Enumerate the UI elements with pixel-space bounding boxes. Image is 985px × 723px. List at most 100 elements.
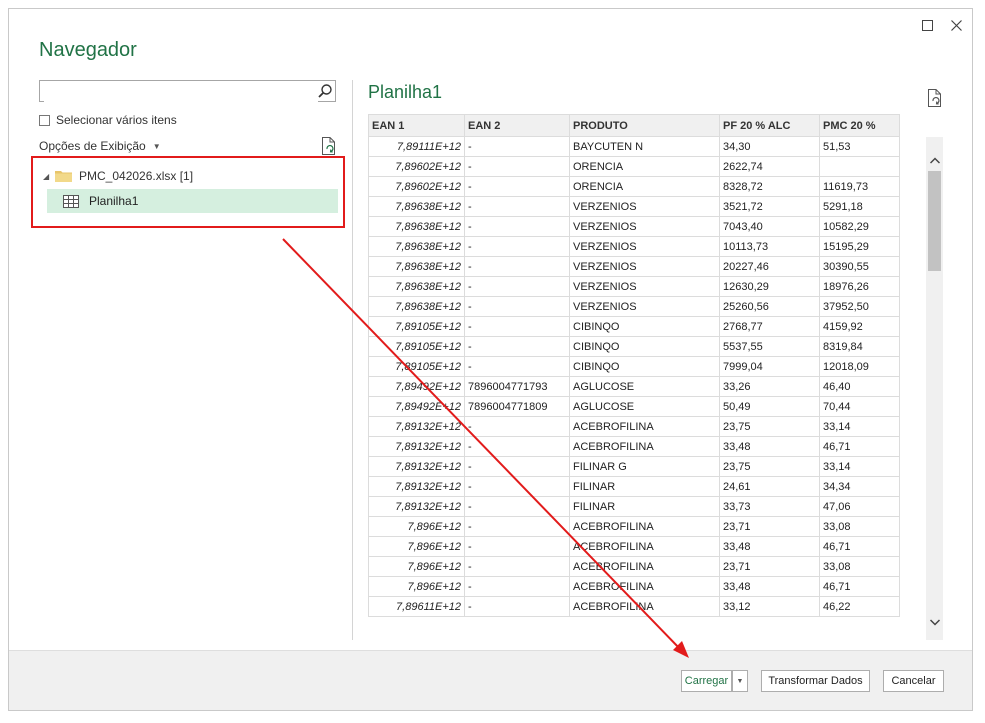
table-row: 7,89611E+12- ACEBROFILINA 33,12 46,22 — [368, 596, 900, 617]
tree-item-sheet[interactable]: Planilha1 — [47, 189, 338, 213]
search-input[interactable] — [39, 80, 336, 102]
table-cell: 2768,77 — [719, 316, 820, 337]
table-cell: 12630,29 — [719, 276, 820, 297]
scrollbar-thumb[interactable] — [928, 171, 941, 271]
search-field[interactable] — [44, 82, 318, 102]
preview-scrollbar[interactable] — [926, 137, 943, 640]
load-options-button[interactable]: ▼ — [732, 670, 748, 692]
preview-title: Planilha1 — [368, 82, 443, 102]
table-cell: 7,89602E+12 — [368, 176, 465, 197]
table-cell: 33,12 — [719, 596, 820, 617]
table-cell: 20227,46 — [719, 256, 820, 277]
table-row: 7,89111E+12- BAYCUTEN N 34,30 51,53 — [368, 136, 900, 157]
table-cell: AGLUCOSE — [569, 376, 720, 397]
table-cell: - — [464, 356, 570, 377]
navigator-dialog: Navegador Selecionar vários itens Opções… — [8, 8, 973, 711]
tree-item-file[interactable]: ◢ PMC_042026.xlsx [1] — [43, 165, 193, 187]
table-cell: - — [464, 596, 570, 617]
table-cell: 33,48 — [719, 436, 820, 457]
table-cell: 33,14 — [819, 416, 900, 437]
table-cell: 2622,74 — [719, 156, 820, 177]
load-button[interactable]: Carregar — [681, 670, 732, 692]
table-cell: VERZENIOS — [569, 296, 720, 317]
select-multiple-checkbox[interactable] — [39, 114, 50, 126]
table-cell: FILINAR — [569, 476, 720, 497]
preview-table: EAN 1 EAN 2 PRODUTO PF 20 % ALC PMC 20 %… — [368, 114, 900, 617]
table-cell: - — [464, 176, 570, 197]
table-cell: 7,896E+12 — [368, 576, 465, 597]
search-icon[interactable] — [317, 83, 333, 99]
select-multiple-label: Selecionar vários itens — [56, 113, 177, 127]
transform-data-button[interactable]: Transformar Dados — [761, 670, 870, 692]
column-header: PRODUTO — [569, 114, 720, 137]
table-row: 7,89638E+12- VERZENIOS 3521,72 5291,18 — [368, 196, 900, 217]
table-cell: BAYCUTEN N — [569, 136, 720, 157]
table-cell: ACEBROFILINA — [569, 436, 720, 457]
dialog-title: Navegador — [39, 39, 137, 61]
column-header: PMC 20 % — [819, 114, 900, 137]
pane-divider[interactable] — [352, 80, 353, 640]
table-row: 7,89105E+12- CIBINQO 7999,04 12018,09 — [368, 356, 900, 377]
table-row: 7,896E+12- ACEBROFILINA 23,71 33,08 — [368, 516, 900, 537]
table-cell: 33,48 — [719, 536, 820, 557]
table-cell: 70,44 — [819, 396, 900, 417]
table-cell: 33,08 — [819, 556, 900, 577]
table-cell: 46,22 — [819, 596, 900, 617]
table-cell: 7,896E+12 — [368, 516, 465, 537]
preview-refresh-icon[interactable] — [927, 89, 943, 107]
table-cell: 7,89132E+12 — [368, 456, 465, 477]
table-cell: 33,26 — [719, 376, 820, 397]
table-cell: 30390,55 — [819, 256, 900, 277]
table-cell: - — [464, 336, 570, 357]
table-cell: ACEBROFILINA — [569, 576, 720, 597]
table-cell: 7,896E+12 — [368, 536, 465, 557]
table-cell: - — [464, 316, 570, 337]
table-cell: - — [464, 536, 570, 557]
table-cell: 12018,09 — [819, 356, 900, 377]
cancel-button[interactable]: Cancelar — [883, 670, 944, 692]
table-row: 7,89602E+12- ORENCIA 8328,72 11619,73 — [368, 176, 900, 197]
table-cell: ACEBROFILINA — [569, 516, 720, 537]
table-row: 7,89105E+12- CIBINQO 2768,77 4159,92 — [368, 316, 900, 337]
maximize-icon[interactable] — [915, 15, 939, 37]
table-cell: 24,61 — [719, 476, 820, 497]
table-cell: 46,71 — [819, 536, 900, 557]
table-cell — [819, 156, 900, 177]
table-cell: - — [464, 456, 570, 477]
tree-file-label: PMC_042026.xlsx [1] — [79, 169, 194, 183]
table-cell: - — [464, 516, 570, 537]
table-row: 7,89105E+12- CIBINQO 5537,55 8319,84 — [368, 336, 900, 357]
table-cell: 33,73 — [719, 496, 820, 517]
table-cell: 10113,73 — [719, 236, 820, 257]
table-cell: 7,89132E+12 — [368, 436, 465, 457]
display-options-dropdown[interactable]: Opções de Exibição ▼ — [39, 139, 161, 153]
caret-down-icon: ▼ — [736, 677, 744, 685]
preview-table-container: EAN 1 EAN 2 PRODUTO PF 20 % ALC PMC 20 %… — [368, 114, 900, 640]
table-row: 7,89132E+12- FILINAR 33,73 47,06 — [368, 496, 900, 517]
table-cell: ACEBROFILINA — [569, 416, 720, 437]
table-cell: - — [464, 416, 570, 437]
table-cell: FILINAR — [569, 496, 720, 517]
chevron-down-icon[interactable] — [929, 614, 941, 626]
refresh-icon[interactable] — [321, 137, 337, 155]
table-body: 7,89111E+12- BAYCUTEN N 34,30 51,53 7,89602E… — [368, 136, 900, 617]
dialog-footer: Carregar ▼ Transformar Dados Cancelar — [9, 650, 972, 710]
table-cell: 37952,50 — [819, 296, 900, 317]
chevron-up-icon[interactable] — [929, 153, 941, 164]
table-cell: 23,75 — [719, 456, 820, 477]
table-cell: 34,34 — [819, 476, 900, 497]
table-cell: - — [464, 496, 570, 517]
table-cell: 7,89611E+12 — [368, 596, 465, 617]
table-row: 7,89132E+12- ACEBROFILINA 33,48 46,71 — [368, 436, 900, 457]
table-cell: 8319,84 — [819, 336, 900, 357]
table-cell: 25260,56 — [719, 296, 820, 317]
close-icon[interactable] — [944, 15, 968, 37]
table-cell: 7,89638E+12 — [368, 196, 465, 217]
table-row: 7,89638E+12- VERZENIOS 10113,73 15195,29 — [368, 236, 900, 257]
table-cell: 23,71 — [719, 516, 820, 537]
select-multiple-option[interactable]: Selecionar vários itens — [39, 113, 177, 127]
table-cell: VERZENIOS — [569, 256, 720, 277]
column-header: PF 20 % ALC — [719, 114, 820, 137]
collapse-triangle-icon[interactable]: ◢ — [43, 172, 55, 181]
table-row: 7,89132E+12- FILINAR 24,61 34,34 — [368, 476, 900, 497]
